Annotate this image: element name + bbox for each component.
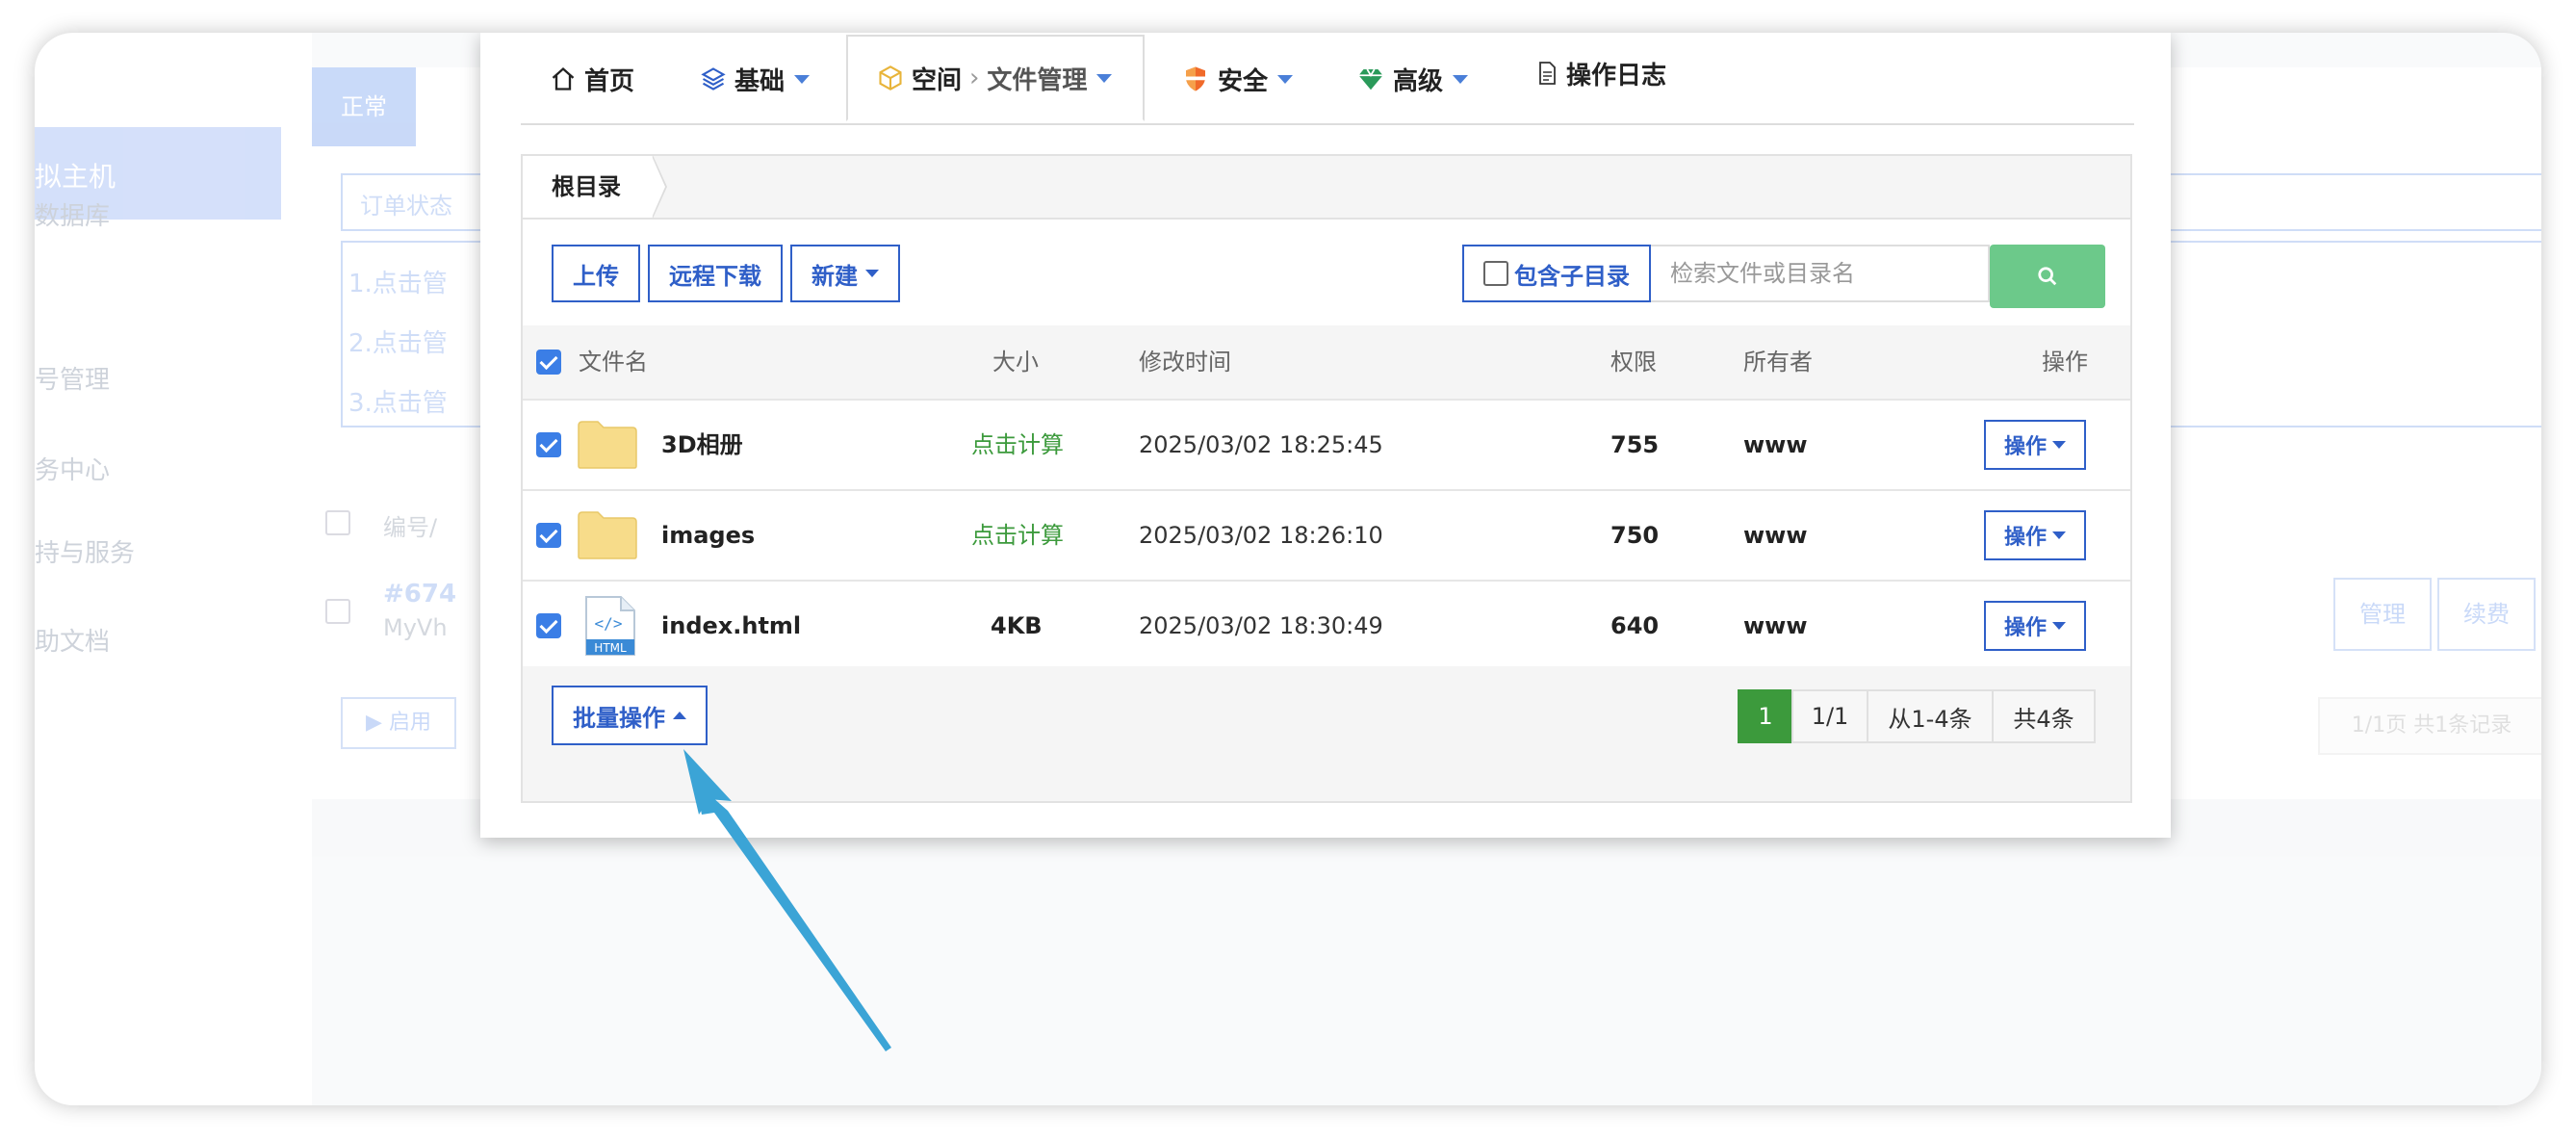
annotation-arrow-icon [683, 749, 891, 1051]
app-window: 拟主机 数据库 号管理 务中心 持与服务 助文档 正常 订单状态 1.点击管 2… [35, 33, 2541, 1105]
